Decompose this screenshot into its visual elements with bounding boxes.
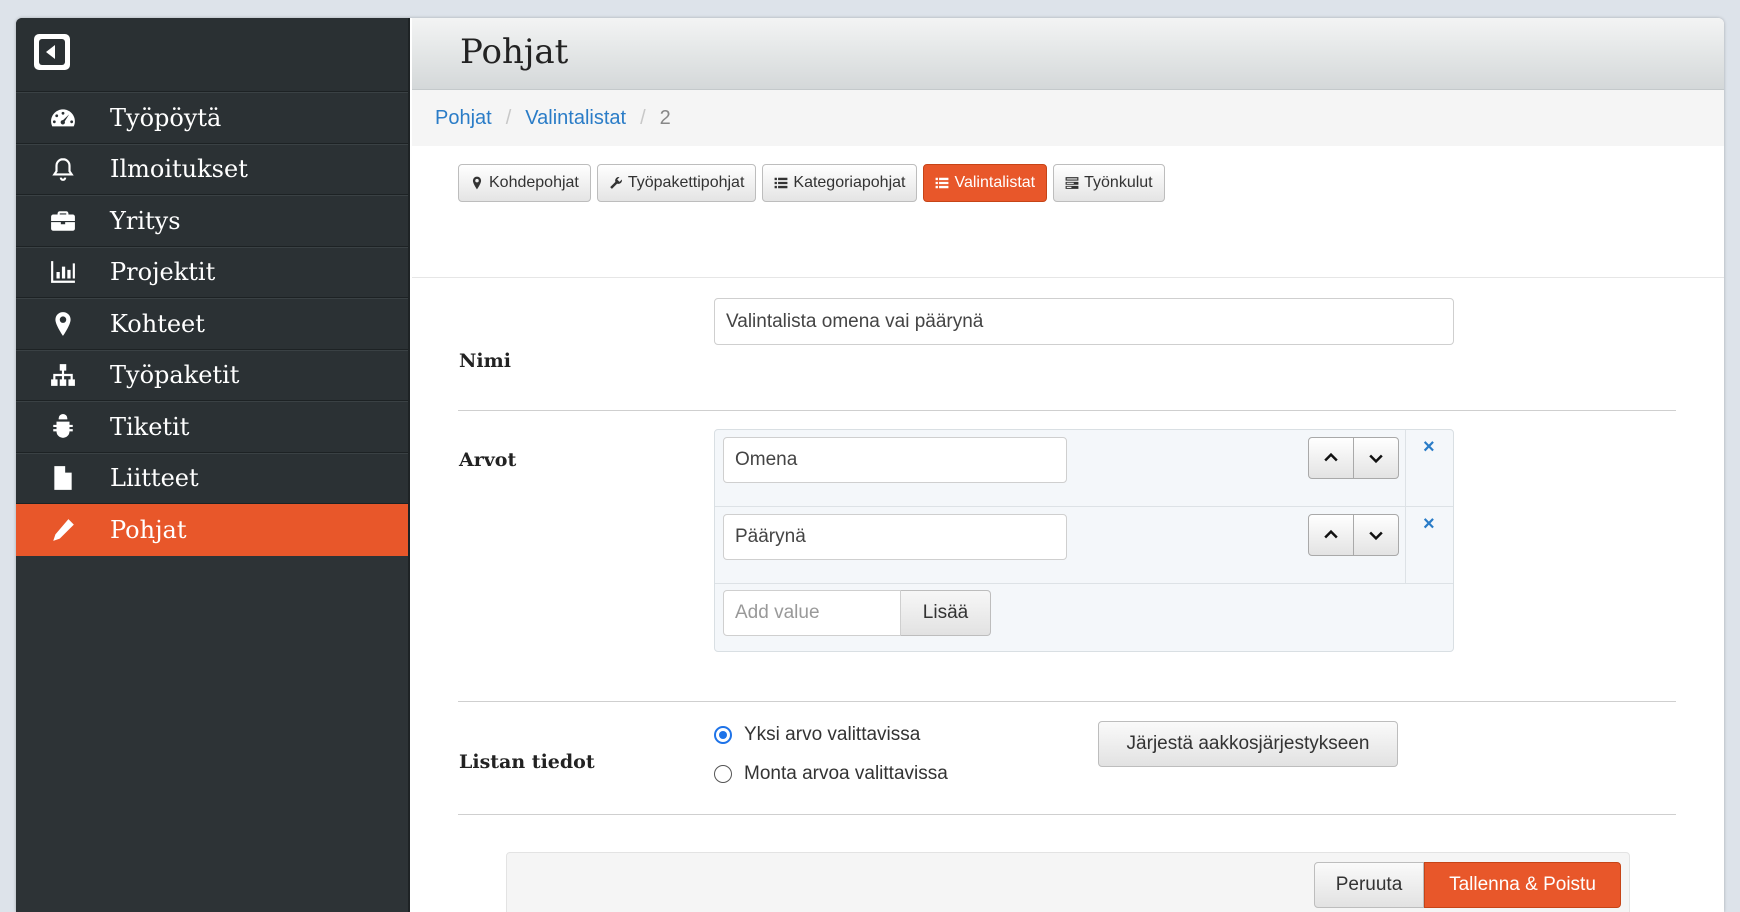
- radio-label: Monta arvoa valittavissa: [744, 763, 948, 784]
- map-marker-icon: [472, 176, 482, 190]
- breadcrumb-link-pohjat[interactable]: Pohjat: [435, 107, 492, 130]
- add-value-button[interactable]: Lisää: [901, 590, 991, 636]
- radio-button: [714, 765, 732, 783]
- move-down-button[interactable]: [1353, 514, 1399, 556]
- cancel-button[interactable]: Peruuta: [1314, 862, 1424, 908]
- sidebar-item-pohjat[interactable]: Pohjat: [16, 504, 408, 556]
- sitemap-icon: [16, 362, 110, 388]
- tab-valintalistat[interactable]: Valintalistat: [923, 164, 1048, 202]
- list-info-label: Listan tiedot: [459, 751, 595, 773]
- remove-value-button[interactable]: ×: [1423, 513, 1435, 536]
- name-label: Nimi: [459, 350, 511, 372]
- chevron-up-icon: [1324, 452, 1338, 462]
- tab-label: Kohdepohjat: [489, 174, 579, 191]
- divider: [458, 410, 1676, 411]
- breadcrumb-link-valintalistat[interactable]: Valintalistat: [525, 107, 626, 130]
- sidebar-item-yritys[interactable]: Yritys: [16, 195, 408, 247]
- bell-icon: [16, 156, 110, 182]
- add-value-group: Add value Lisää: [723, 590, 991, 636]
- tab-label: Kategoriapohjat: [793, 174, 906, 191]
- sidebar-item-label: Ilmoitukset: [110, 155, 248, 184]
- divider: [458, 701, 1676, 702]
- sidebar-item-ilmoitukset[interactable]: Ilmoitukset: [16, 143, 408, 195]
- tab-label: Työnkulut: [1084, 174, 1153, 191]
- form-actions: Peruuta Tallenna & Poistu: [506, 852, 1630, 912]
- tab-tyopakettipohjat[interactable]: Työpakettipohjat: [596, 164, 757, 202]
- tab-tyonkulut[interactable]: Työnkulut: [1053, 164, 1165, 202]
- move-down-button[interactable]: [1353, 437, 1399, 479]
- sidebar-item-tiketit[interactable]: Tiketit: [16, 401, 408, 453]
- sort-alphabetically-button[interactable]: Järjestä aakkosjärjestykseen: [1098, 721, 1398, 767]
- divider: [458, 814, 1676, 815]
- move-up-button[interactable]: [1308, 437, 1354, 479]
- sidebar-item-label: Projektit: [110, 258, 216, 287]
- collapse-left-icon: [39, 39, 65, 65]
- sidebar-item-tyopaketit[interactable]: Työpaketit: [16, 349, 408, 401]
- breadcrumb: Pohjat / Valintalistat / 2: [412, 90, 1724, 146]
- briefcase-icon: [16, 208, 110, 234]
- chevron-down-icon: [1369, 454, 1383, 464]
- pencil-icon: [16, 517, 110, 543]
- move-up-button[interactable]: [1308, 514, 1354, 556]
- sidebar-item-label: Kohteet: [110, 309, 205, 338]
- values-label: Arvot: [459, 449, 517, 471]
- map-marker-icon: [16, 311, 110, 337]
- file-icon: [16, 465, 110, 491]
- breadcrumb-separator: /: [640, 106, 646, 129]
- subtab-bar: Kohdepohjat Työpakettipohjat Kategoriapo…: [412, 146, 1724, 278]
- save-and-exit-button[interactable]: Tallenna & Poistu: [1424, 862, 1621, 908]
- tab-label: Valintalistat: [954, 174, 1036, 191]
- sidebar-item-label: Yritys: [110, 206, 181, 235]
- chevron-down-icon: [1369, 531, 1383, 541]
- sidebar-item-label: Tiketit: [110, 412, 190, 441]
- sidebar-item-label: Pohjat: [110, 515, 187, 544]
- main-content: Pohjat Pohjat / Valintalistat / 2 Kohdep…: [412, 18, 1724, 912]
- sidebar-item-tyopoyta[interactable]: Työpöytä: [16, 92, 408, 144]
- sidebar-item-projektit[interactable]: Projektit: [16, 246, 408, 298]
- sidebar: Työpöytä Ilmoitukset Yritys Projektit Ko…: [16, 18, 410, 912]
- radio-label: Yksi arvo valittavissa: [744, 724, 921, 745]
- radio-multi-value[interactable]: Monta arvoa valittavissa: [714, 763, 948, 785]
- breadcrumb-current: 2: [659, 106, 671, 129]
- value-input[interactable]: Omena: [723, 437, 1067, 483]
- radio-single-value[interactable]: Yksi arvo valittavissa: [714, 724, 920, 746]
- value-input[interactable]: Päärynä: [723, 514, 1067, 560]
- bug-icon: [16, 413, 110, 440]
- tab-label: Työpakettipohjat: [627, 174, 745, 191]
- bar-chart-icon: [16, 259, 110, 285]
- sidebar-item-label: Työpöytä: [110, 103, 222, 132]
- list-item: Päärynä ×: [715, 507, 1453, 584]
- list-item: Omena ×: [715, 430, 1453, 507]
- sidebar-top: [16, 18, 408, 92]
- sidebar-item-liitteet[interactable]: Liitteet: [16, 452, 408, 504]
- add-value-input[interactable]: Add value: [723, 590, 901, 636]
- sidebar-item-label: Liitteet: [110, 464, 199, 493]
- values-list: Omena × Päärynä × Add value Lisää: [714, 429, 1454, 652]
- tab-kohdepohjat[interactable]: Kohdepohjat: [458, 164, 591, 202]
- radio-button: [714, 726, 732, 744]
- remove-value-button[interactable]: ×: [1423, 436, 1435, 459]
- sidebar-item-kohteet[interactable]: Kohteet: [16, 298, 408, 350]
- tab-kategoriapohjat[interactable]: Kategoriapohjat: [762, 164, 918, 202]
- list-icon: [774, 177, 788, 189]
- chevron-up-icon: [1324, 529, 1338, 539]
- app-window: Työpöytä Ilmoitukset Yritys Projektit Ko…: [16, 18, 1724, 912]
- page-title: Pohjat: [460, 32, 569, 72]
- sidebar-item-label: Työpaketit: [110, 361, 240, 390]
- name-field[interactable]: Valintalista omena vai päärynä: [714, 298, 1454, 345]
- wrench-icon: [610, 177, 622, 189]
- collapse-sidebar-button[interactable]: [34, 34, 70, 70]
- breadcrumb-separator: /: [505, 106, 512, 129]
- list-icon: [936, 177, 949, 189]
- tasks-icon: [1065, 177, 1079, 189]
- page-header: Pohjat: [412, 18, 1724, 90]
- dashboard-icon: [16, 105, 110, 131]
